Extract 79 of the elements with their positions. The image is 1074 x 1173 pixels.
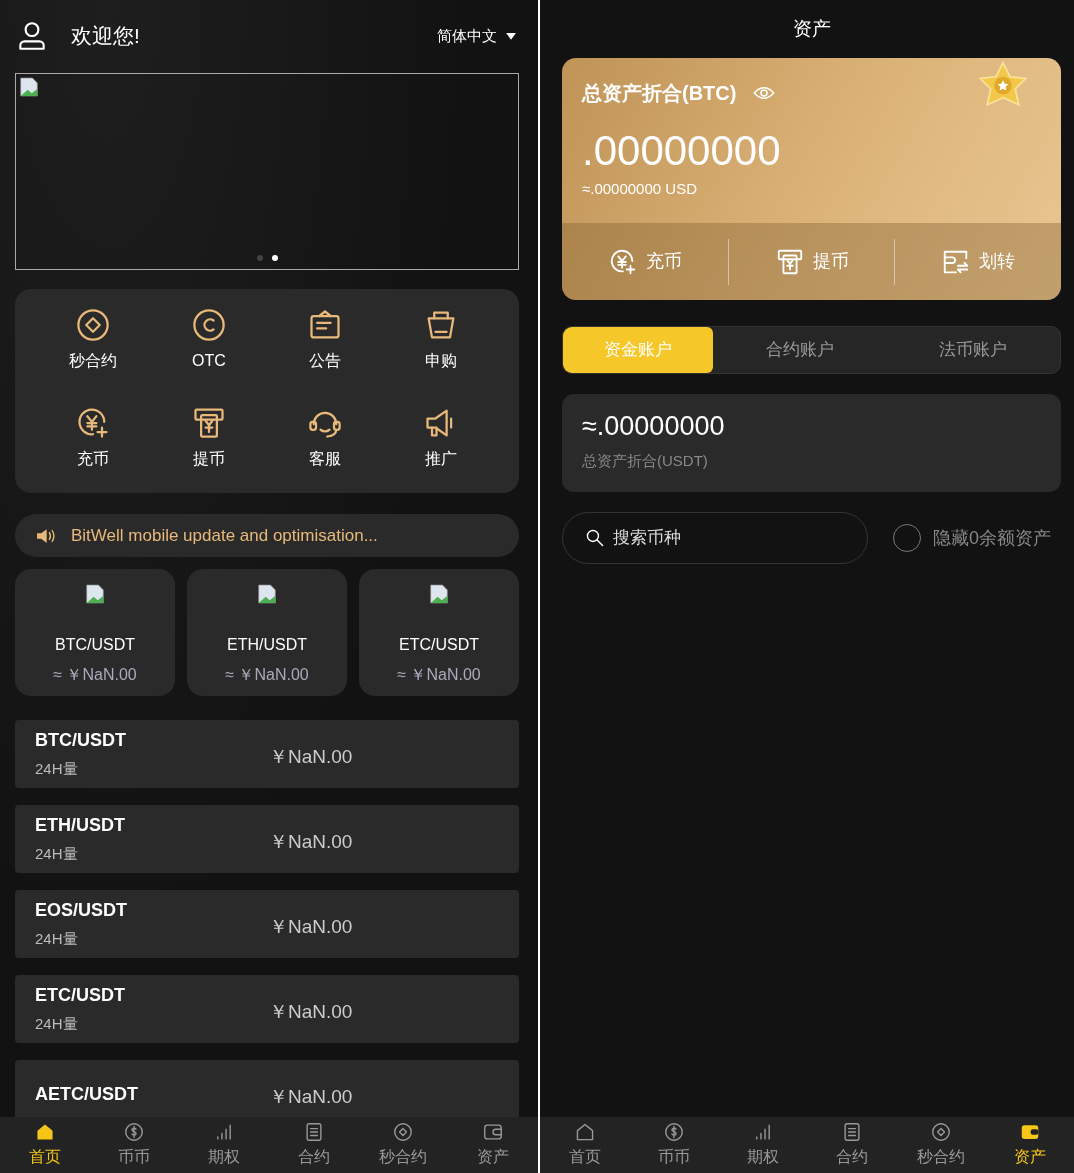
carousel-dot[interactable] xyxy=(256,255,263,261)
hide-zero-label: 隐藏0余额资产 xyxy=(933,526,1051,550)
ticker-card[interactable]: ETH/USDT ≈ ￥NaN.00 xyxy=(187,569,347,696)
summary-value: ≈.00000000 xyxy=(582,412,726,442)
tab-bar-item[interactable]: 首页 xyxy=(540,1117,629,1173)
notice-bar[interactable]: BitWell mobile update and optimisation... xyxy=(15,514,519,557)
tab-bar-item[interactable]: 期权 xyxy=(179,1117,269,1173)
tab-bar-item[interactable]: 秒合约 xyxy=(896,1117,985,1173)
tab-bar-item[interactable]: 币币 xyxy=(629,1117,718,1173)
ticker-card[interactable]: ETC/USDT ≈ ￥NaN.00 xyxy=(359,569,519,696)
tab-bar-item[interactable]: 首页 xyxy=(0,1117,90,1173)
card-title: 总资产折合(BTC) xyxy=(582,81,737,106)
search-icon xyxy=(584,527,606,549)
shortcut-item[interactable]: 提币 xyxy=(191,405,227,493)
market-pair: BTC/USDT xyxy=(35,729,127,753)
summary-label: 总资产折合(USDT) xyxy=(582,450,709,471)
shortcut-item[interactable]: 客服 xyxy=(307,405,343,493)
market-pair: EOS/USDT xyxy=(35,899,128,923)
account-tab[interactable]: 合约账户 xyxy=(713,327,887,373)
volume-label: 24H量 xyxy=(35,759,79,780)
ticker-pair: ETH/USDT xyxy=(227,635,307,655)
tab-bar-item[interactable]: 资产 xyxy=(448,1117,538,1173)
tab-bar-item[interactable]: 资产 xyxy=(985,1117,1074,1173)
market-row[interactable]: EOS/USDT 24H量 ￥NaN.00 xyxy=(15,890,519,958)
account-tab[interactable]: 法币账户 xyxy=(886,327,1060,373)
tab-bar-item[interactable]: 合约 xyxy=(807,1117,896,1173)
shortcut-item[interactable]: 申购 xyxy=(423,307,459,395)
tab-bar-item[interactable]: 币币 xyxy=(89,1117,180,1173)
broken-image-icon xyxy=(256,583,278,605)
wallet-icon xyxy=(482,1121,505,1143)
ticker-card[interactable]: BTC/USDT ≈ ￥NaN.00 xyxy=(15,569,175,696)
greeting: 欢迎您! xyxy=(71,23,140,50)
language-dropdown[interactable]: 简体中文 xyxy=(437,24,517,48)
market-row[interactable]: BTC/USDT 24H量 ￥NaN.00 xyxy=(15,720,519,788)
page-title: 资产 xyxy=(792,16,831,41)
market-price: ￥NaN.00 xyxy=(269,829,353,854)
market-pair: AETC/USDT xyxy=(35,1082,139,1106)
dollar-coin-icon xyxy=(662,1121,685,1143)
balance-value: .00000000 xyxy=(582,130,782,172)
shortcut-item[interactable]: OTC xyxy=(191,307,227,395)
dollar-coin-icon xyxy=(123,1121,146,1143)
diamond-coin-icon xyxy=(929,1121,952,1143)
tab-bar-item[interactable]: 期权 xyxy=(718,1117,807,1173)
market-pair: ETH/USDT xyxy=(35,814,126,838)
diamond-coin-icon xyxy=(75,307,111,343)
market-row[interactable]: AETC/USDT ￥NaN.00 xyxy=(15,1060,519,1117)
diamond-coin-icon xyxy=(392,1121,415,1143)
ticker-price: ≈ ￥NaN.00 xyxy=(397,665,481,685)
shortcut-item[interactable]: 秒合约 xyxy=(69,307,117,395)
market-pair: ETC/USDT xyxy=(35,984,126,1008)
ticker-price: ≈ ￥NaN.00 xyxy=(53,665,137,685)
market-row[interactable]: ETC/USDT 24H量 ￥NaN.00 xyxy=(15,975,519,1043)
ticker-price: ≈ ￥NaN.00 xyxy=(225,665,309,685)
hide-zero-toggle[interactable]: 隐藏0余额资产 xyxy=(893,524,1051,552)
market-price: ￥NaN.00 xyxy=(269,744,353,769)
market-price: ￥NaN.00 xyxy=(269,1084,353,1109)
shortcut-item[interactable]: 推广 xyxy=(423,405,459,493)
notice-text: BitWell mobile update and optimisation... xyxy=(71,524,378,547)
shortcut-item[interactable]: 充币 xyxy=(75,405,111,493)
search-field[interactable]: 搜索币种 xyxy=(562,512,868,564)
ticker-pair: ETC/USDT xyxy=(399,635,479,655)
tab-bar-item[interactable]: 合约 xyxy=(269,1117,359,1173)
ticker-pair: BTC/USDT xyxy=(55,635,135,655)
tab-bar-item[interactable]: 秒合约 xyxy=(358,1117,449,1173)
caret-icon xyxy=(505,30,517,42)
usd-value: ≈.00000000 USD xyxy=(582,179,698,199)
broken-image-icon xyxy=(84,583,106,605)
market-row[interactable]: ETH/USDT 24H量 ￥NaN.00 xyxy=(15,805,519,873)
carousel-dot[interactable] xyxy=(271,255,278,261)
atm-cash-icon xyxy=(191,405,227,441)
broken-image-icon xyxy=(18,76,40,98)
volume-label: 24H量 xyxy=(35,844,79,865)
copyright-coin-icon xyxy=(191,307,227,343)
shortcut-item[interactable]: 公告 xyxy=(307,307,343,395)
broken-image-icon xyxy=(428,583,450,605)
volume-label: 24H量 xyxy=(35,1014,79,1035)
volume-label: 24H量 xyxy=(35,929,79,950)
market-price: ￥NaN.00 xyxy=(269,999,353,1024)
market-price: ￥NaN.00 xyxy=(269,914,353,939)
